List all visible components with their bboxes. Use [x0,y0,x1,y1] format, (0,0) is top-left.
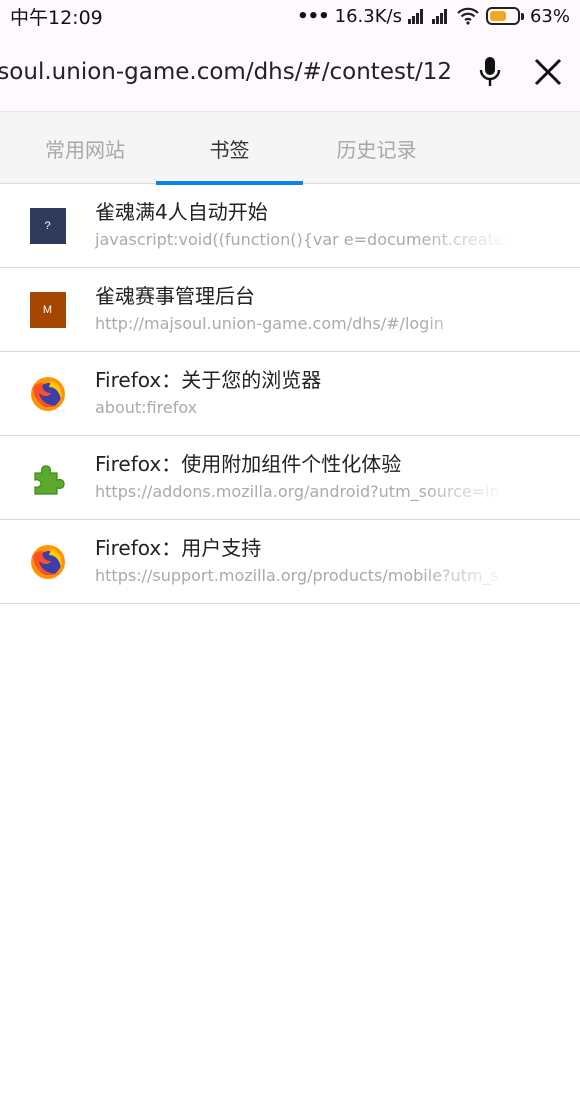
tab-label: 历史记录 [336,137,417,162]
bookmark-item[interactable]: ? 雀魂满4人自动开始 javascript:void((function(){… [0,184,580,268]
bookmark-url: about:firefox [95,398,198,417]
bookmark-url: https://support.mozilla.org/products/mob… [95,566,499,585]
status-bar: 中午12:09 ••• 16.3K/s 63% [0,0,580,32]
bookmark-item[interactable]: M 雀魂赛事管理后台 http://majsoul.union-game.com… [0,268,580,352]
notification-dots: ••• [297,5,330,27]
status-icons: ••• 16.3K/s 63% [297,6,570,27]
microphone-icon [479,56,501,86]
puzzle-icon [33,464,65,495]
signal-icon [407,8,426,24]
network-speed: 16.3K/s [334,5,402,27]
bookmark-url: https://addons.mozilla.org/android?utm_s… [95,482,500,501]
bookmark-title: 雀魂满4人自动开始 [95,200,268,224]
status-time: 中午12:09 [10,6,103,29]
firefox-icon [30,544,65,579]
microphone-button[interactable] [468,50,512,94]
battery-icon [485,7,524,25]
bookmark-url: javascript:void((function(){var e=docume… [95,230,510,249]
signal-icon-2 [431,8,450,24]
bookmark-item[interactable]: Firefox：关于您的浏览器 about:firefox [0,352,580,436]
bookmark-title: Firefox：使用附加组件个性化体验 [95,452,402,476]
url-text: soul.union-game.com/dhs/#/contest/12 [0,58,452,85]
tab-label: 书签 [209,137,250,162]
url-bar: soul.union-game.com/dhs/#/contest/12 [0,32,580,112]
bookmark-title: Firefox：用户支持 [95,536,262,560]
question-favicon-icon: ? [29,207,66,244]
panel-tabs: 常用网站 书签 历史记录 [0,112,580,185]
close-icon [534,58,562,85]
bookmark-title: Firefox：关于您的浏览器 [95,368,322,392]
tab-label: 常用网站 [45,137,125,162]
wifi-icon [456,7,480,25]
bookmark-item[interactable]: Firefox：使用附加组件个性化体验 https://addons.mozil… [0,436,580,520]
tab-history[interactable]: 历史记录 [303,112,450,184]
tab-bookmarks[interactable]: 书签 [156,112,303,185]
bookmark-title: 雀魂赛事管理后台 [95,284,255,308]
url-input[interactable]: soul.union-game.com/dhs/#/contest/12 [0,59,452,85]
close-button[interactable] [526,50,570,94]
battery-percent: 63% [529,5,570,27]
bookmark-list: ? 雀魂满4人自动开始 javascript:void((function(){… [0,184,580,604]
firefox-icon [30,376,65,411]
tab-top-sites[interactable]: 常用网站 [0,112,156,184]
bookmark-url: http://majsoul.union-game.com/dhs/#/logi… [95,314,444,333]
letter-favicon-icon: M [29,291,66,328]
bookmark-item[interactable]: Firefox：用户支持 https://support.mozilla.org… [0,520,580,604]
